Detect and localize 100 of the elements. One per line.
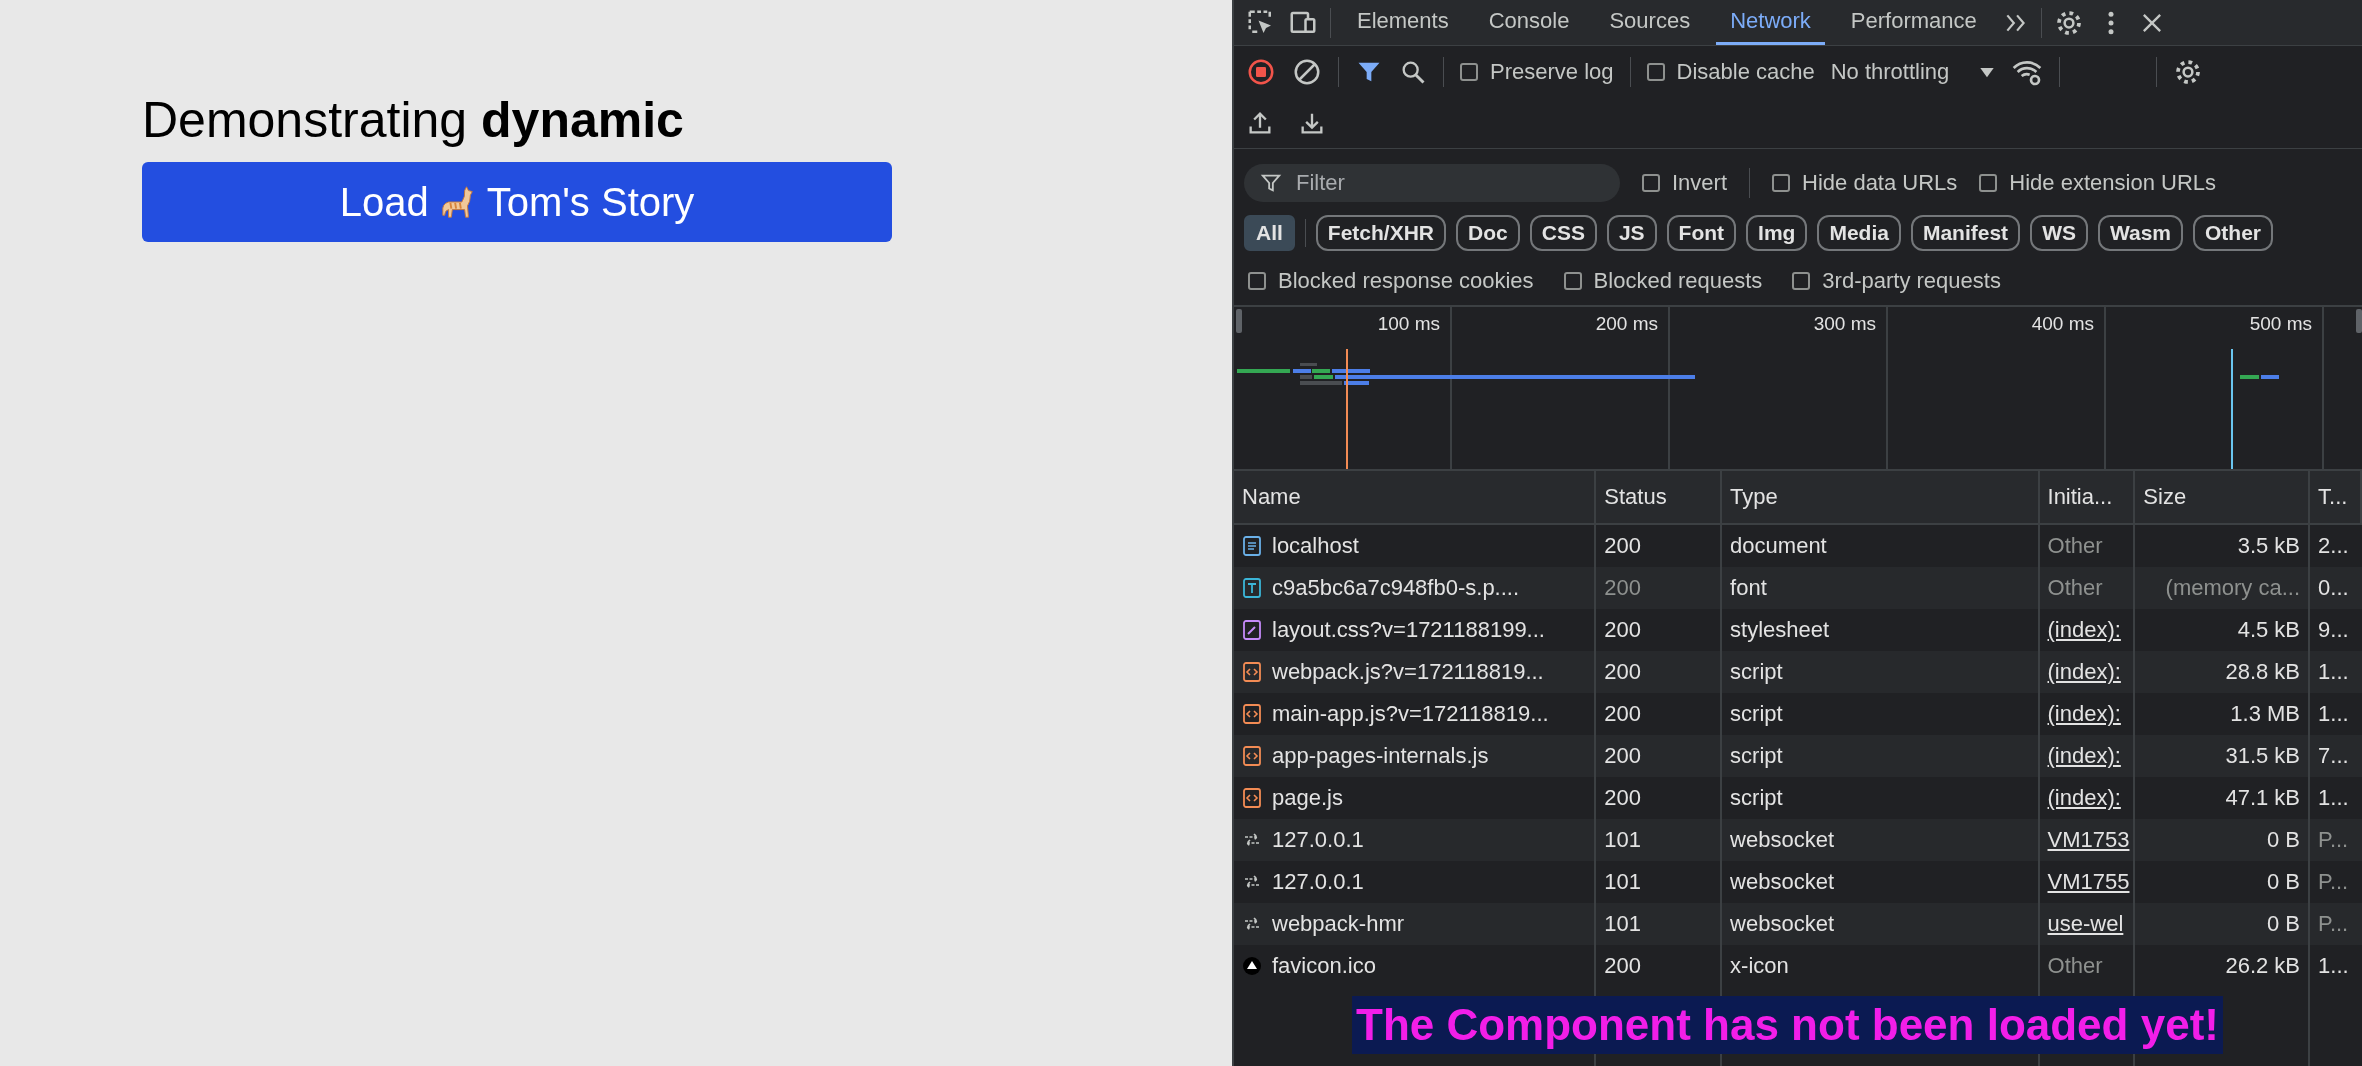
column-header[interactable]: Size: [2135, 471, 2311, 523]
request-type: script: [1730, 701, 1783, 727]
request-type: script: [1730, 743, 1783, 769]
initiator-link[interactable]: use-wel: [2047, 911, 2124, 937]
filter-option-checkbox[interactable]: Hide extension URLs: [1979, 170, 2216, 196]
type-filter-chip[interactable]: Fetch/XHR: [1315, 215, 1447, 251]
initiator-text: Other: [2047, 533, 2103, 559]
request-type: script: [1730, 659, 1783, 685]
column-header[interactable]: Type: [1722, 471, 2040, 523]
type-filter-chip[interactable]: Img: [1746, 215, 1808, 251]
type-filter-chip[interactable]: CSS: [1529, 215, 1597, 251]
transfer-size: 31.5 kB: [2225, 743, 2301, 769]
stylesheet-icon: [1242, 620, 1262, 640]
column-header[interactable]: Name: [1234, 471, 1597, 523]
filter-option-checkbox[interactable]: Hide data URLs: [1772, 170, 1958, 196]
request-type: stylesheet: [1730, 617, 1830, 643]
request-name[interactable]: main-app.js?v=172118819...: [1272, 701, 1549, 727]
request-time: P...: [2318, 869, 2349, 895]
transfer-size: 0 B: [2267, 869, 2301, 895]
transfer-size: 26.2 kB: [2225, 953, 2301, 979]
transfer-size: (memory ca...: [2165, 575, 2301, 601]
initiator-link[interactable]: VM1755: [2047, 869, 2130, 895]
stop-recording-icon[interactable]: [1246, 57, 1276, 87]
timeline-tick-label: 500 ms: [2249, 313, 2312, 335]
column-header[interactable]: Initia...: [2039, 471, 2136, 523]
request-type: websocket: [1730, 911, 1835, 937]
blocked-filter-checkbox[interactable]: Blocked requests: [1563, 268, 1763, 294]
disable-cache-checkbox[interactable]: Disable cache: [1646, 59, 1815, 85]
request-type: websocket: [1730, 827, 1835, 853]
request-time: 0...: [2318, 575, 2349, 601]
transfer-size: 3.5 kB: [2237, 533, 2301, 559]
status-code: 200: [1604, 575, 1642, 601]
panel-tab[interactable]: Performance: [1836, 0, 1991, 45]
throttling-dropdown[interactable]: No throttling: [1830, 59, 1996, 85]
blocked-filter-checkbox[interactable]: 3rd-party requests: [1792, 268, 2001, 294]
transfer-size: 1.3 MB: [2230, 701, 2301, 727]
request-time: 2...: [2318, 533, 2349, 559]
column-header[interactable]: Status: [1596, 471, 1723, 523]
status-code: 200: [1604, 785, 1642, 811]
request-time: 1...: [2318, 659, 2349, 685]
preserve-log-checkbox[interactable]: Preserve log: [1460, 59, 1614, 85]
load-story-button[interactable]: Load Tom's Story: [142, 162, 892, 242]
type-filter-chip[interactable]: Doc: [1456, 215, 1520, 251]
filter-field[interactable]: Filter: [1244, 164, 1620, 202]
request-time: 1...: [2318, 953, 2349, 979]
initiator-text: Other: [2047, 575, 2103, 601]
timeline-tick-label: 300 ms: [1813, 313, 1876, 335]
blocked-filter-checkbox[interactable]: Blocked response cookies: [1248, 268, 1534, 294]
request-time: 9...: [2318, 617, 2349, 643]
initiator-link[interactable]: (index):: [2047, 785, 2121, 811]
filter-option-checkbox[interactable]: Invert: [1642, 170, 1728, 196]
timeline-tick-label: 200 ms: [1595, 313, 1658, 335]
request-name[interactable]: app-pages-internals.js: [1272, 743, 1489, 769]
type-filter-chip[interactable]: Other: [2193, 215, 2274, 251]
font-icon: [1242, 578, 1262, 598]
status-code: 200: [1604, 701, 1642, 727]
request-name[interactable]: page.js: [1272, 785, 1343, 811]
type-filter-chip[interactable]: All: [1244, 215, 1295, 251]
type-filter-chip[interactable]: Wasm: [2097, 215, 2184, 251]
type-filter-chip[interactable]: WS: [2030, 215, 2088, 251]
transfer-size: 0 B: [2267, 911, 2301, 937]
clear-icon[interactable]: [1292, 57, 1322, 87]
script-icon: [1242, 704, 1262, 724]
column-header[interactable]: T...: [2310, 471, 2362, 523]
script-icon: [1242, 746, 1262, 766]
filter-icon: [1260, 172, 1282, 194]
request-type: websocket: [1730, 869, 1835, 895]
type-filter-chip[interactable]: Font: [1666, 215, 1737, 251]
request-name[interactable]: webpack.js?v=172118819...: [1272, 659, 1544, 685]
script-icon: [1242, 662, 1262, 682]
request-name[interactable]: c9a5bc6a7c948fb0-s.p....: [1272, 575, 1520, 601]
panel-tab[interactable]: Console: [1474, 0, 1584, 45]
type-filter-chip[interactable]: JS: [1606, 215, 1657, 251]
request-name[interactable]: 127.0.0.1: [1272, 869, 1364, 895]
transfer-size: 28.8 kB: [2225, 659, 2301, 685]
initiator-link[interactable]: (index):: [2047, 659, 2121, 685]
initiator-link[interactable]: VM1753: [2047, 827, 2130, 853]
panel-tab[interactable]: Sources: [1595, 0, 1705, 45]
request-name[interactable]: layout.css?v=1721188199...: [1272, 617, 1545, 643]
request-name[interactable]: favicon.ico: [1272, 953, 1376, 979]
request-name[interactable]: 127.0.0.1: [1272, 827, 1364, 853]
panel-tab[interactable]: Elements: [1343, 0, 1463, 45]
type-filter-chip[interactable]: Media: [1817, 215, 1901, 251]
status-code: 200: [1604, 617, 1642, 643]
request-time: 1...: [2318, 785, 2349, 811]
panel-tab[interactable]: Network: [1716, 0, 1825, 45]
request-time: 1...: [2318, 701, 2349, 727]
request-name[interactable]: webpack-hmr: [1272, 911, 1405, 937]
request-time: P...: [2318, 827, 2349, 853]
initiator-link[interactable]: (index):: [2047, 701, 2121, 727]
type-filter-chip[interactable]: Manifest: [1910, 215, 2021, 251]
initiator-link[interactable]: (index):: [2047, 743, 2121, 769]
initiator-link[interactable]: (index):: [2047, 617, 2121, 643]
request-time: 7...: [2318, 743, 2349, 769]
request-type: x-icon: [1730, 953, 1789, 979]
status-code: 101: [1604, 911, 1642, 937]
request-name[interactable]: localhost: [1272, 533, 1359, 559]
transfer-size: 0 B: [2267, 827, 2301, 853]
timeline-tick-label: 100 ms: [1377, 313, 1440, 335]
caption-banner: The Component has not been loaded yet!: [1352, 996, 2223, 1054]
